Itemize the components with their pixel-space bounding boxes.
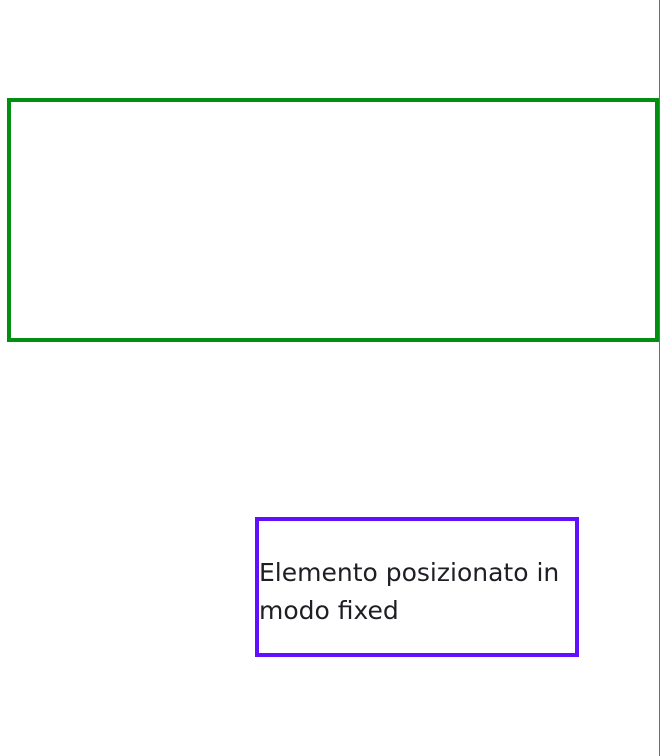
green-outlined-box	[7, 98, 659, 342]
viewport-edge-divider	[659, 0, 660, 756]
fixed-positioned-element: Elemento posizionato in modo fixed	[255, 517, 579, 657]
fixed-element-text: Elemento posizionato in modo fixed	[259, 558, 560, 625]
page: Elemento posizionato in modo fixed	[0, 0, 661, 756]
